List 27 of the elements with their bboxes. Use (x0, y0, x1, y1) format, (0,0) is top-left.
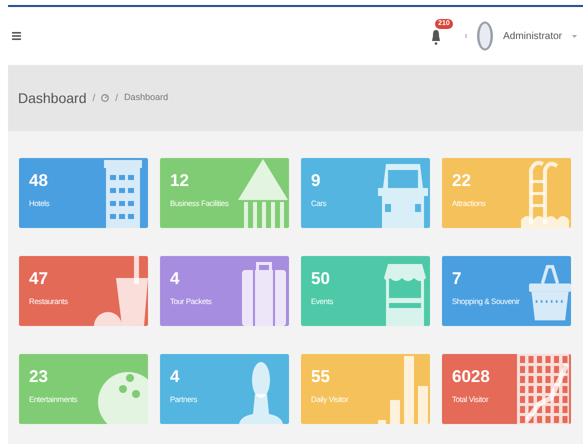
user-name[interactable]: Administrator (503, 28, 562, 44)
page-title: Dashboard (18, 88, 86, 108)
tile-count: 4 (170, 270, 180, 287)
tile-count: 4 (170, 368, 180, 385)
tile-count: 22 (452, 172, 472, 189)
breadcrumb-separator: / (92, 92, 96, 106)
tile-count: 9 (311, 172, 322, 189)
breadcrumb-separator: / (115, 92, 118, 106)
avatar-icon[interactable] (477, 21, 494, 51)
pool-ladder-icon (521, 158, 571, 228)
tile-count: 12 (170, 172, 190, 189)
tile-count: 48 (29, 172, 49, 189)
tile-count: 50 (311, 270, 331, 287)
grid-chart-icon (517, 354, 571, 424)
drink-cup-icon (94, 256, 148, 326)
tile-count: 55 (311, 368, 331, 385)
menu-icon[interactable] (12, 32, 21, 40)
tile-count: 6028 (452, 368, 491, 385)
tile-count: 47 (29, 270, 49, 287)
tile-count: 23 (29, 368, 49, 385)
caret-icon[interactable] (572, 34, 577, 38)
breadcrumb-link[interactable]: Dashboard (124, 91, 168, 105)
columned-building-icon (237, 158, 289, 228)
dashboard-icon[interactable] (101, 94, 110, 102)
bar-chart-icon (378, 354, 430, 424)
bell-icon[interactable] (431, 29, 442, 45)
tile-count: 7 (452, 270, 462, 287)
